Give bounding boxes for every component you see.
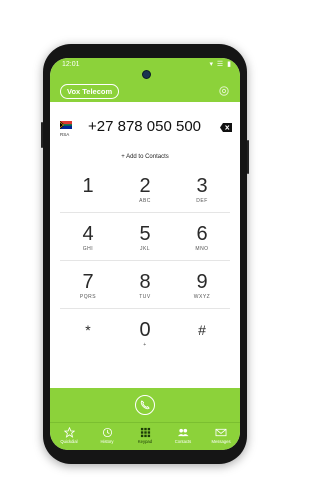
power-button <box>247 140 249 174</box>
tab-keypad[interactable]: Keypad <box>126 423 164 450</box>
phone-icon <box>140 400 150 410</box>
tab-contacts[interactable]: Contacts <box>164 423 202 450</box>
add-to-contacts-link[interactable]: + Add to Contacts <box>50 154 240 160</box>
front-camera <box>142 70 151 79</box>
tab-messages[interactable]: Messages <box>202 423 240 450</box>
key-hash[interactable]: # <box>174 309 230 356</box>
tab-quickdial[interactable]: Quickdial <box>50 423 88 450</box>
key-4[interactable]: 4 GHI <box>60 213 116 260</box>
call-button[interactable] <box>135 395 155 415</box>
key-3[interactable]: 3 DEF <box>174 165 230 212</box>
phone-frame: 12:01 ▾ ☰ ▮ Vox Telecom RSA +27 878 050 … <box>41 44 249 464</box>
call-bar <box>50 388 240 422</box>
envelope-icon <box>215 428 227 437</box>
key-2[interactable]: 2 ABC <box>117 165 173 212</box>
star-icon <box>63 427 75 438</box>
south-africa-flag-icon[interactable] <box>60 121 72 129</box>
contacts-icon <box>177 428 189 437</box>
bottom-tab-bar: Quickdial History Keypad Contacts Messag… <box>50 422 240 450</box>
keypad-row: 7 PQRS 8 TUV 9 WXYZ <box>60 261 230 309</box>
clock-icon <box>102 427 112 438</box>
keypad-row: 4 GHI 5 JKL 6 MNO <box>60 213 230 261</box>
country-code: RSA <box>60 132 70 137</box>
key-7[interactable]: 7 PQRS <box>60 261 116 308</box>
backspace-icon[interactable] <box>220 123 232 132</box>
status-time: 12:01 <box>62 61 80 68</box>
settings-icon[interactable] <box>218 85 230 97</box>
key-star[interactable]: * <box>60 309 116 356</box>
phone-number: +27 878 050 500 <box>88 118 202 135</box>
key-1[interactable]: 1 <box>60 165 116 212</box>
app-header: 12:01 ▾ ☰ ▮ Vox Telecom <box>50 58 240 102</box>
number-display: RSA +27 878 050 500 + Add to Contacts <box>50 102 240 164</box>
key-6[interactable]: 6 MNO <box>174 213 230 260</box>
tab-history[interactable]: History <box>88 423 126 450</box>
keypad-row: * 0 + # <box>60 309 230 356</box>
keypad: 1 2 ABC 3 DEF 4 GHI 5 JKL 6 MNO 7 PQRS 8 TUV 9W… <box>60 165 230 356</box>
key-5[interactable]: 5 JKL <box>117 213 173 260</box>
keypad-row: 1 2 ABC 3 DEF <box>60 165 230 213</box>
volume-button <box>41 122 43 148</box>
screen: 12:01 ▾ ☰ ▮ Vox Telecom RSA +27 878 050 … <box>50 58 240 450</box>
status-icons: ▾ ☰ ▮ <box>209 61 232 68</box>
keypad-icon <box>140 427 150 438</box>
key-8[interactable]: 8 TUV <box>117 261 173 308</box>
brand-button[interactable]: Vox Telecom <box>60 84 120 99</box>
key-0[interactable]: 0 + <box>117 309 173 356</box>
key-9[interactable]: 9 WXYZ <box>174 261 230 308</box>
